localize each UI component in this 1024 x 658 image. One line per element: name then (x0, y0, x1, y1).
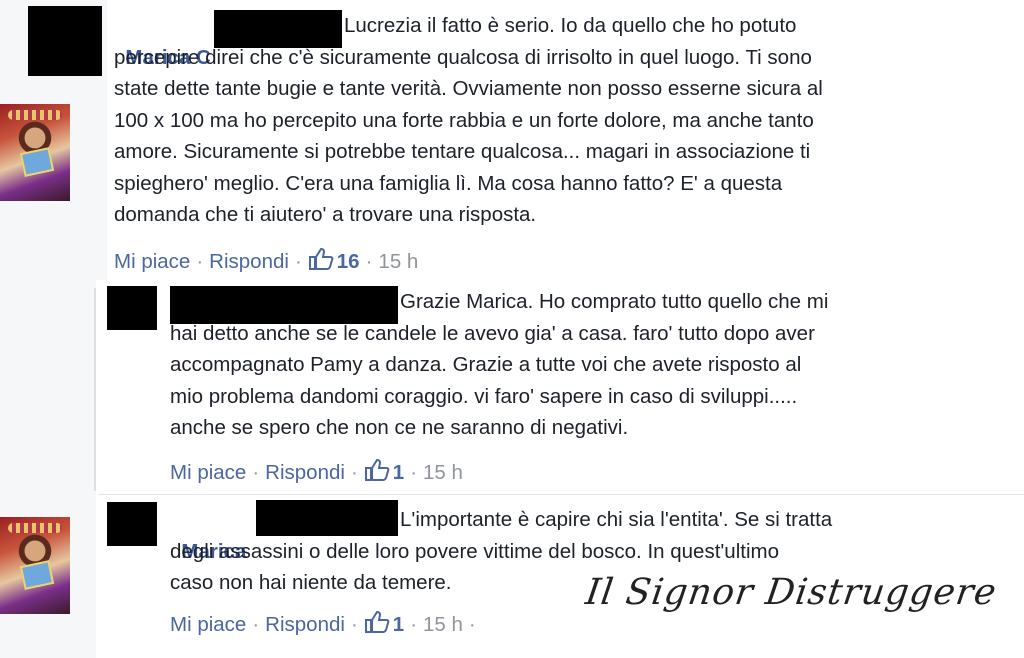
avatar[interactable] (0, 104, 70, 201)
redacted-profile-photo[interactable] (28, 6, 102, 76)
thumbs-up-icon (364, 610, 390, 633)
divider (98, 494, 1024, 495)
comment-actions: Mi piace · Rispondi · 16 · 15 h (114, 247, 418, 274)
reply-link[interactable]: Rispondi (265, 461, 345, 484)
like-link[interactable]: Mi piace (170, 461, 246, 484)
thumbs-up-icon (308, 247, 334, 270)
like-count-button[interactable]: 1 (364, 458, 404, 484)
reply-link[interactable]: Rispondi (265, 613, 345, 636)
thread-line (94, 288, 96, 491)
watermark: Il Signor Distruggere (583, 572, 1000, 613)
redacted-profile-photo[interactable] (107, 502, 157, 546)
like-count-button[interactable]: 1 (364, 610, 404, 636)
comment-actions: Mi piace · Rispondi · 1 · 15 h (170, 458, 463, 485)
reply-link[interactable]: Rispondi (209, 250, 289, 273)
avatar[interactable] (0, 517, 70, 614)
like-link[interactable]: Mi piace (170, 613, 246, 636)
timestamp[interactable]: 15 h (423, 613, 463, 636)
timestamp[interactable]: 15 h (378, 250, 418, 273)
comment-text: Lucrezia il fatto è serio. Io da quello … (114, 14, 823, 226)
comment-text: Grazie Marica. Ho comprato tutto quello … (170, 290, 829, 439)
comment-actions: Mi piace · Rispondi · 1 · 15 h · (170, 610, 482, 637)
like-link[interactable]: Mi piace (114, 250, 190, 273)
like-count-button[interactable]: 16 (308, 247, 360, 273)
thumbs-up-icon (364, 458, 390, 481)
timestamp[interactable]: 15 h (423, 461, 463, 484)
redacted-profile-photo[interactable] (107, 286, 157, 330)
